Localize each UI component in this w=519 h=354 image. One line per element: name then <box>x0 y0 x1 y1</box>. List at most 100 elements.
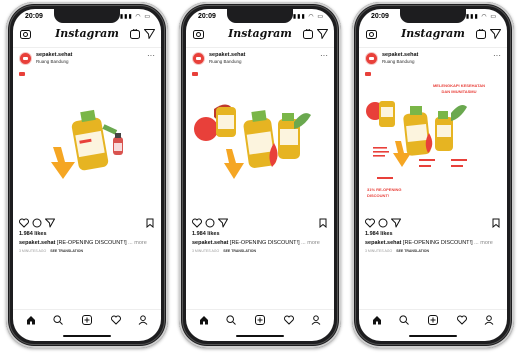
phone-screen: 20:09 ▮▮▮ ◠ ▭ Instagram sepaket.sehat Ru… <box>186 9 334 341</box>
see-translation-link[interactable]: SEE TRANSLATION <box>396 249 429 253</box>
direct-message-icon[interactable] <box>144 29 155 39</box>
likes-count[interactable]: 1.984 likes <box>192 231 220 237</box>
status-time: 20:09 <box>198 13 216 20</box>
more-options-icon[interactable]: ··· <box>493 51 501 60</box>
share-icon[interactable] <box>391 218 401 228</box>
post-image[interactable] <box>13 67 161 215</box>
profile-icon[interactable] <box>484 315 494 325</box>
phone-mockup-3: 20:09 ▮▮▮ ◠ ▭ Instagram sepaket.sehat Ru… <box>352 2 514 348</box>
igtv-icon[interactable] <box>130 29 140 39</box>
home-indicator <box>236 335 284 337</box>
add-post-icon[interactable] <box>428 315 438 325</box>
share-icon[interactable] <box>218 218 228 228</box>
post-actions <box>13 216 161 230</box>
heart-icon[interactable] <box>365 218 375 228</box>
direct-message-icon[interactable] <box>317 29 328 39</box>
comment-icon[interactable] <box>32 218 42 228</box>
post-headline: MELENGKAPI KESEHATAN DAN IMUNITASMU <box>432 83 486 94</box>
comment-icon[interactable] <box>205 218 215 228</box>
post-username[interactable]: sepaket.sehat <box>36 52 72 58</box>
comment-icon[interactable] <box>378 218 388 228</box>
home-icon[interactable] <box>372 315 382 325</box>
share-icon[interactable] <box>45 218 55 228</box>
likes-count[interactable]: 1.984 likes <box>19 231 47 237</box>
post-image[interactable] <box>186 67 334 215</box>
phone-notch <box>54 9 120 23</box>
search-icon[interactable] <box>226 315 236 325</box>
post-time: 3 MINUTES AGO <box>19 249 47 253</box>
caption-text: [RE-OPENING DISCOUNT!] <box>229 240 300 246</box>
post-meta: 3 MINUTES AGO SEE TRANSLATION <box>365 249 429 253</box>
likes-count[interactable]: 1.984 likes <box>365 231 393 237</box>
brand-logo <box>192 72 198 76</box>
brand-logo <box>365 72 371 76</box>
caption-username[interactable]: sepaket.sehat <box>365 240 401 246</box>
post-header: sepaket.sehat Ruang Bandung ··· <box>359 47 507 68</box>
phone-notch <box>400 9 466 23</box>
caption-username[interactable]: sepaket.sehat <box>192 240 228 246</box>
status-icons: ▮▮▮ ◠ ▭ <box>465 14 497 20</box>
activity-icon[interactable] <box>284 315 294 325</box>
caption-more-link[interactable]: ... more <box>128 240 147 246</box>
heart-icon[interactable] <box>192 218 202 228</box>
home-indicator <box>63 335 111 337</box>
direct-message-icon[interactable] <box>490 29 501 39</box>
search-icon[interactable] <box>399 315 409 325</box>
caption-more-link[interactable]: ... more <box>474 240 493 246</box>
search-icon[interactable] <box>53 315 63 325</box>
activity-icon[interactable] <box>111 315 121 325</box>
post-username[interactable]: sepaket.sehat <box>382 52 418 58</box>
bookmark-icon[interactable] <box>491 218 501 228</box>
post-actions <box>359 216 507 230</box>
post-caption: sepaket.sehat [RE-OPENING DISCOUNT!] ...… <box>19 240 159 246</box>
post-location[interactable]: Ruang Bandung <box>209 59 242 64</box>
brand-logo <box>19 72 25 76</box>
post-location[interactable]: Ruang Bandung <box>382 59 415 64</box>
bookmark-icon[interactable] <box>145 218 155 228</box>
heart-icon[interactable] <box>19 218 29 228</box>
post-actions <box>186 216 334 230</box>
instagram-header: Instagram <box>186 26 334 44</box>
status-time: 20:09 <box>371 13 389 20</box>
phone-notch <box>227 9 293 23</box>
post-image[interactable]: MELENGKAPI KESEHATAN DAN IMUNITASMU 31% … <box>359 67 507 215</box>
avatar[interactable] <box>365 52 378 65</box>
home-indicator <box>409 335 457 337</box>
phone-screen: 20:09 ▮▮▮ ◠ ▭ Instagram sepaket.sehat Ru… <box>13 9 161 341</box>
caption-text: [RE-OPENING DISCOUNT!] <box>402 240 473 246</box>
post-discount-text: 31% RE-OPENING DISCOUNT! <box>367 187 402 198</box>
add-post-icon[interactable] <box>255 315 265 325</box>
profile-icon[interactable] <box>311 315 321 325</box>
bottom-nav <box>359 309 507 332</box>
post-header: sepaket.sehat Ruang Bandung ··· <box>13 47 161 68</box>
post-caption: sepaket.sehat [RE-OPENING DISCOUNT!] ...… <box>365 240 505 246</box>
home-icon[interactable] <box>199 315 209 325</box>
home-icon[interactable] <box>26 315 36 325</box>
more-options-icon[interactable]: ··· <box>147 51 155 60</box>
phone-mockup-2: 20:09 ▮▮▮ ◠ ▭ Instagram sepaket.sehat Ru… <box>179 2 341 348</box>
instagram-header: Instagram <box>13 26 161 44</box>
status-icons: ▮▮▮ ◠ ▭ <box>292 14 324 20</box>
igtv-icon[interactable] <box>303 29 313 39</box>
avatar[interactable] <box>19 52 32 65</box>
phone-screen: 20:09 ▮▮▮ ◠ ▭ Instagram sepaket.sehat Ru… <box>359 9 507 341</box>
activity-icon[interactable] <box>457 315 467 325</box>
post-caption: sepaket.sehat [RE-OPENING DISCOUNT!] ...… <box>192 240 332 246</box>
caption-text: [RE-OPENING DISCOUNT!] <box>56 240 127 246</box>
post-time: 3 MINUTES AGO <box>365 249 393 253</box>
caption-username[interactable]: sepaket.sehat <box>19 240 55 246</box>
post-header: sepaket.sehat Ruang Bandung ··· <box>186 47 334 68</box>
see-translation-link[interactable]: SEE TRANSLATION <box>50 249 83 253</box>
igtv-icon[interactable] <box>476 29 486 39</box>
see-translation-link[interactable]: SEE TRANSLATION <box>223 249 256 253</box>
bookmark-icon[interactable] <box>318 218 328 228</box>
product-illustration <box>194 104 311 179</box>
add-post-icon[interactable] <box>82 315 92 325</box>
caption-more-link[interactable]: ... more <box>301 240 320 246</box>
more-options-icon[interactable]: ··· <box>320 51 328 60</box>
avatar[interactable] <box>192 52 205 65</box>
bottom-nav <box>13 309 161 332</box>
post-username[interactable]: sepaket.sehat <box>209 52 245 58</box>
post-location[interactable]: Ruang Bandung <box>36 59 69 64</box>
profile-icon[interactable] <box>138 315 148 325</box>
